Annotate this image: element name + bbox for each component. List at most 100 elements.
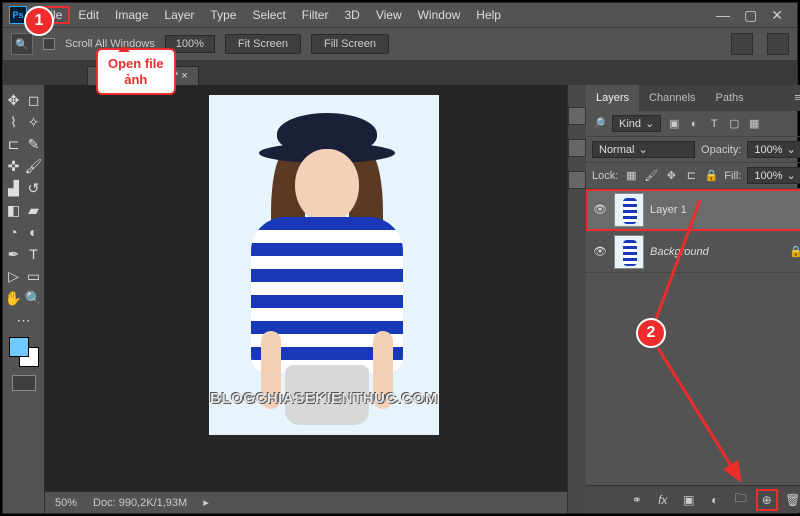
- minimize-icon[interactable]: —: [716, 7, 730, 24]
- gradient-tool-icon[interactable]: ▰: [25, 201, 43, 219]
- adjustments-panel-icon[interactable]: [568, 171, 586, 189]
- filter-adjust-icon[interactable]: ◐: [687, 117, 701, 131]
- visibility-toggle-icon[interactable]: 👁: [592, 245, 608, 258]
- shape-tool-icon[interactable]: ▭: [25, 267, 43, 285]
- lock-pixels-icon[interactable]: 🖌: [644, 169, 658, 183]
- layer-row[interactable]: 👁 Background 🔒: [586, 231, 800, 273]
- close-icon[interactable]: ✕: [771, 7, 783, 24]
- filter-icon: 🔎: [592, 117, 606, 131]
- eraser-tool-icon[interactable]: ◧: [5, 201, 23, 219]
- layer-thumbnail[interactable]: [614, 193, 644, 227]
- color-panel-icon[interactable]: [568, 107, 586, 125]
- lasso-tool-icon[interactable]: ⌇: [5, 113, 23, 131]
- maximize-icon[interactable]: ▢: [744, 7, 757, 24]
- menu-edit[interactable]: Edit: [70, 8, 107, 22]
- hand-tool-icon[interactable]: ✋: [5, 289, 23, 307]
- fit-screen-button[interactable]: Fit Screen: [225, 34, 301, 54]
- history-brush-icon[interactable]: ↺: [25, 179, 43, 197]
- canvas-area[interactable]: BLOGCHIASEKIENTHUC.COM: [45, 85, 567, 491]
- lock-icon: 🔒: [789, 245, 800, 258]
- filter-shape-icon[interactable]: ▢: [727, 117, 741, 131]
- opacity-value[interactable]: 100%⌄: [747, 141, 800, 158]
- edit-toolbar-icon[interactable]: ⋯: [15, 311, 33, 329]
- menu-select[interactable]: Select: [244, 8, 293, 22]
- lock-label: Lock:: [592, 170, 618, 182]
- fill-screen-button[interactable]: Fill Screen: [311, 34, 389, 54]
- layer-thumbnail[interactable]: [614, 235, 644, 269]
- annotation-callout: Open fileảnh: [96, 48, 176, 95]
- layers-panel: Layers Channels Paths ≡ 🔎 Kind⌄ ▣ ◐ T ▢ …: [586, 85, 800, 513]
- link-layers-icon[interactable]: ⚭: [629, 492, 645, 508]
- fill-label: Fill:: [724, 170, 741, 182]
- menu-bar: Ps File Edit Image Layer Type Select Fil…: [3, 3, 797, 27]
- new-layer-icon[interactable]: ⊕: [759, 492, 775, 508]
- swatches-panel-icon[interactable]: [568, 139, 586, 157]
- layer-row[interactable]: 👁 Layer 1: [586, 189, 800, 231]
- collapsed-panels: [568, 85, 586, 513]
- scroll-all-checkbox[interactable]: [43, 38, 55, 50]
- layers-footer: ⚭ fx ▣ ◐ 🗀 ⊕ 🗑: [586, 485, 800, 513]
- zoom-tool-icon[interactable]: 🔍: [25, 289, 43, 307]
- status-zoom[interactable]: 50%: [55, 497, 77, 509]
- layer-name[interactable]: Background: [650, 246, 709, 258]
- search-icon[interactable]: [767, 33, 789, 55]
- document-image: BLOGCHIASEKIENTHUC.COM: [209, 95, 439, 435]
- brush-tool-icon[interactable]: 🖌: [25, 157, 43, 175]
- status-bar: 50% Doc: 990,2K/1,93M ▸: [45, 491, 567, 513]
- menu-filter[interactable]: Filter: [294, 8, 337, 22]
- type-tool-icon[interactable]: T: [25, 245, 43, 263]
- lock-all-icon[interactable]: 🔒: [704, 169, 718, 183]
- lock-transparent-icon[interactable]: ▦: [624, 169, 638, 183]
- visibility-toggle-icon[interactable]: 👁: [592, 203, 608, 216]
- quickmask-icon[interactable]: [12, 375, 36, 391]
- fill-value[interactable]: 100%⌄: [747, 167, 800, 184]
- layer-style-icon[interactable]: fx: [655, 492, 671, 508]
- lock-artboard-icon[interactable]: ⊏: [684, 169, 698, 183]
- filter-kind-select[interactable]: Kind⌄: [612, 115, 661, 132]
- annotation-step-1: 1: [24, 6, 54, 36]
- stamp-tool-icon[interactable]: ▟: [5, 179, 23, 197]
- menu-type[interactable]: Type: [202, 8, 244, 22]
- annotation-step-2: 2: [636, 318, 666, 348]
- layer-mask-icon[interactable]: ▣: [681, 492, 697, 508]
- tab-channels[interactable]: Channels: [639, 85, 705, 111]
- color-swatches[interactable]: [9, 337, 39, 367]
- adjustment-layer-icon[interactable]: ◐: [707, 492, 723, 508]
- tab-paths[interactable]: Paths: [706, 85, 754, 111]
- filter-type-icon[interactable]: T: [707, 117, 721, 131]
- menu-layer[interactable]: Layer: [156, 8, 202, 22]
- eyedropper-tool-icon[interactable]: ✎: [25, 135, 43, 153]
- group-icon[interactable]: 🗀: [733, 492, 749, 508]
- tool-preset-icon[interactable]: 🔍: [11, 33, 33, 55]
- path-select-icon[interactable]: ▷: [5, 267, 23, 285]
- crop-tool-icon[interactable]: ⊏: [5, 135, 23, 153]
- menu-window[interactable]: Window: [410, 8, 469, 22]
- menu-3d[interactable]: 3D: [336, 8, 367, 22]
- heal-tool-icon[interactable]: ✜: [5, 157, 23, 175]
- layer-list: 👁 Layer 1 👁 Background 🔒: [586, 189, 800, 485]
- watermark-text: BLOGCHIASEKIENTHUC.COM: [210, 390, 438, 407]
- panel-menu-icon[interactable]: ≡: [786, 92, 800, 104]
- layer-name[interactable]: Layer 1: [650, 204, 687, 216]
- move-tool-icon[interactable]: ✥: [5, 91, 23, 109]
- wand-tool-icon[interactable]: ✧: [25, 113, 43, 131]
- filter-smart-icon[interactable]: ▦: [747, 117, 761, 131]
- workspace-icon[interactable]: [731, 33, 753, 55]
- marquee-tool-icon[interactable]: ◻: [25, 91, 43, 109]
- filter-image-icon[interactable]: ▣: [667, 117, 681, 131]
- pen-tool-icon[interactable]: ✒: [5, 245, 23, 263]
- menu-help[interactable]: Help: [468, 8, 509, 22]
- status-arrow-icon[interactable]: ▸: [203, 496, 209, 509]
- tab-layers[interactable]: Layers: [586, 85, 639, 111]
- menu-view[interactable]: View: [368, 8, 410, 22]
- blur-tool-icon[interactable]: ◔: [5, 223, 23, 241]
- blend-mode-select[interactable]: Normal⌄: [592, 141, 695, 158]
- opacity-label: Opacity:: [701, 144, 741, 156]
- menu-image[interactable]: Image: [107, 8, 156, 22]
- status-doc: Doc: 990,2K/1,93M: [93, 497, 187, 509]
- toolbox: ✥ ◻ ⌇ ✧ ⊏ ✎ ✜ 🖌 ▟ ↺ ◧ ▰ ◔ ◐ ✒ T ▷ ▭ ✋ 🔍: [3, 85, 45, 513]
- dodge-tool-icon[interactable]: ◐: [25, 223, 43, 241]
- delete-layer-icon[interactable]: 🗑: [785, 492, 800, 508]
- lock-position-icon[interactable]: ✥: [664, 169, 678, 183]
- foreground-color-swatch[interactable]: [9, 337, 29, 357]
